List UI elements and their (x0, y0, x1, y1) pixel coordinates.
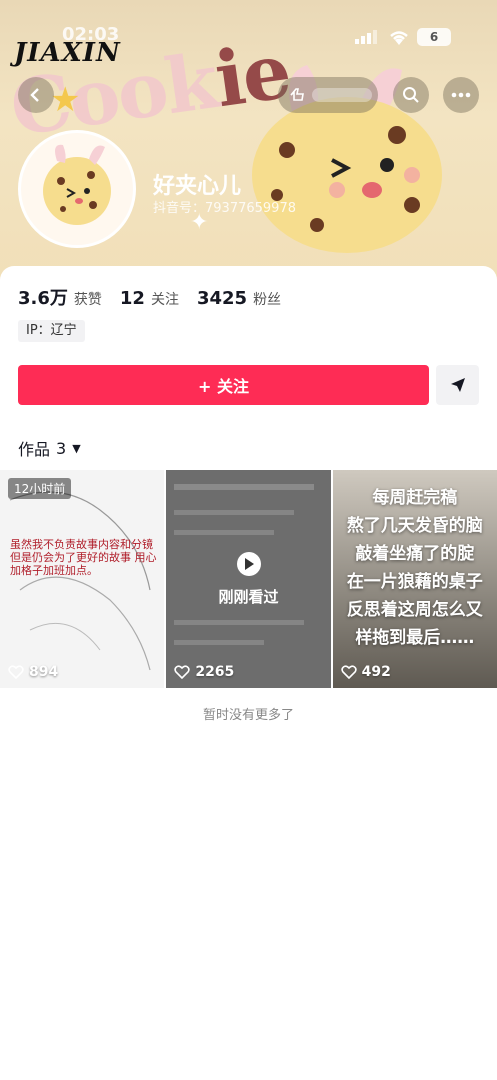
works-tab-label: 作品 (18, 440, 51, 459)
status-time: 02:03 (62, 24, 120, 45)
like-count: 2265 (174, 664, 234, 680)
hand-icon (290, 88, 304, 101)
wifi-icon (390, 31, 408, 45)
profile-card: 3.6万 获赞 12 关注 3425 粉丝 IP：辽宁 + 关注 作品 3 ▼ 12小… (0, 266, 497, 1080)
heart-icon (174, 665, 191, 679)
recommend-button[interactable] (278, 77, 378, 113)
douyin-id[interactable]: 抖音号：79377659978 (153, 197, 296, 216)
share-button[interactable] (436, 365, 479, 405)
star-icon: ★ (50, 80, 81, 120)
cookie-avatar-icon (43, 144, 111, 225)
like-count: 492 (340, 664, 391, 680)
stat-following[interactable]: 12 关注 (120, 288, 179, 309)
sketch-illustration (9, 491, 151, 671)
signal-icon (355, 30, 377, 44)
works-count: 3 (56, 438, 67, 458)
profile-nickname: 好夹心儿 (153, 174, 242, 199)
time-badge: 12小时前 (8, 478, 72, 499)
status-bar: 02:03 6 (0, 24, 497, 52)
stat-likes[interactable]: 3.6万 获赞 (18, 284, 102, 310)
ip-location-tag: IP：辽宁 (18, 320, 85, 342)
heart-icon (8, 665, 24, 679)
search-button[interactable] (393, 77, 429, 113)
send-icon (450, 378, 465, 392)
back-button[interactable] (18, 77, 54, 113)
like-count: 894 (8, 664, 58, 680)
battery-icon: 6 (417, 28, 451, 46)
no-more-content-text: 暂时没有更多了 (202, 708, 294, 723)
video-overlay-text: 每周赶完稿 熬了几天发昏的脑 敲着坐痛了的腚 在一片狼藉的桌子 反思着这周怎么又… (346, 488, 483, 648)
video-caption: 虽然我不负责故事内容和分镜 但是仍会为了更好的故事 用心加格子加班加点。 (10, 538, 157, 577)
more-icon (451, 92, 471, 98)
video-tile[interactable]: 刚刚看过 2265 (166, 470, 331, 688)
avatar[interactable] (18, 130, 136, 248)
chevron-left-icon (30, 88, 39, 102)
stat-followers[interactable]: 3425 粉丝 (197, 288, 281, 309)
comments-screenshot-thumbnail (174, 484, 315, 645)
search-icon (403, 87, 419, 103)
caret-down-icon: ▼ (72, 441, 81, 455)
heart-icon (340, 665, 357, 679)
tab-works[interactable]: 作品 3 ▼ (18, 436, 81, 460)
follow-button[interactable]: + 关注 (18, 365, 429, 405)
video-grid: 12小时前 虽然我不负责故事内容和分镜 但是仍会为了更好的故事 用心加格子加班加… (0, 470, 497, 688)
more-button[interactable] (443, 77, 479, 113)
stats-row: 3.6万 获赞 12 关注 3425 粉丝 (18, 284, 281, 310)
video-tile[interactable]: 每周赶完稿 熬了几天发昏的脑 敲着坐痛了的腚 在一片狼藉的桌子 反思着这周怎么又… (332, 470, 497, 688)
blurred-label (312, 88, 372, 102)
recently-watched-label: 刚刚看过 (218, 588, 279, 606)
video-tile[interactable]: 12小时前 虽然我不负责故事内容和分镜 但是仍会为了更好的故事 用心加格子加班加… (0, 470, 165, 688)
